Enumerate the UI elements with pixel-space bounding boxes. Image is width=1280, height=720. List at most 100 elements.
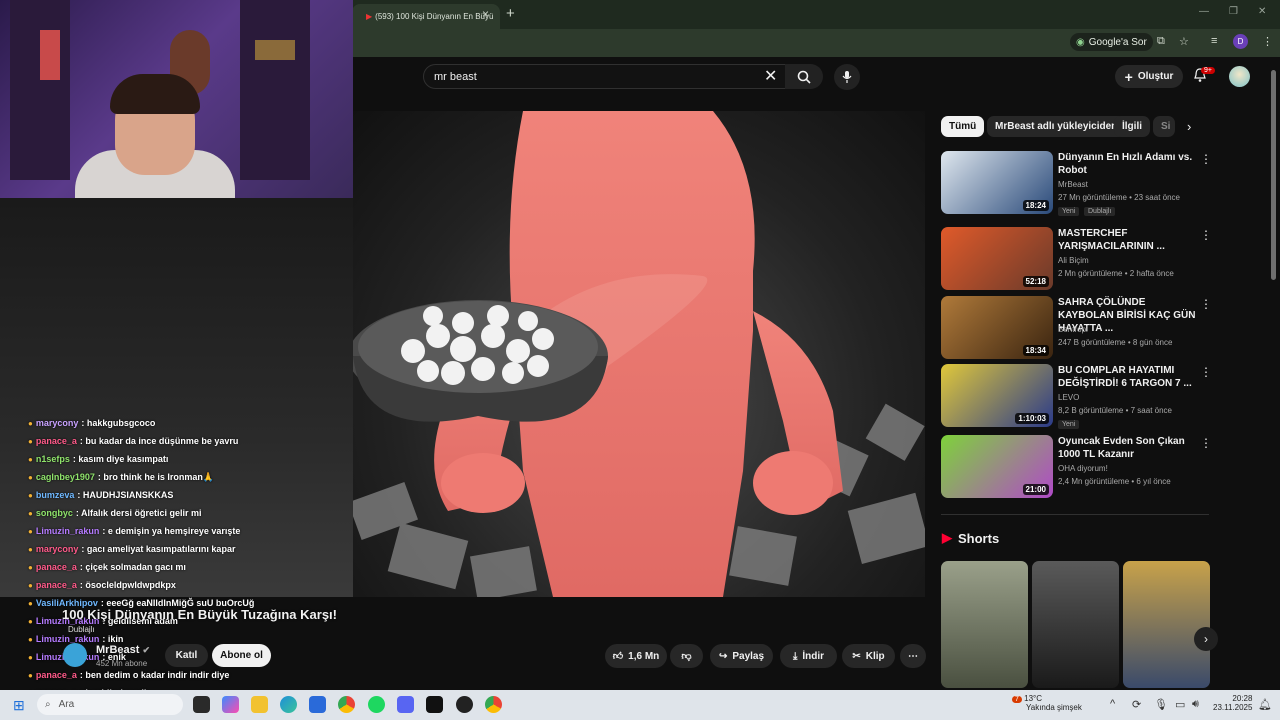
page-scrollbar[interactable]: [1271, 70, 1276, 280]
voice-search-button[interactable]: [834, 64, 860, 90]
search-input[interactable]: mr beast: [423, 64, 786, 89]
windows-start-icon[interactable]: ⊞: [13, 697, 25, 714]
recommendation-thumbnail[interactable]: 1:10:03: [941, 364, 1053, 427]
task-view-icon[interactable]: [193, 696, 210, 713]
recommendation-menu-icon[interactable]: ⋮: [1200, 436, 1212, 450]
dislike-button[interactable]: 👎︎: [670, 644, 703, 668]
channel-avatar[interactable]: [63, 643, 87, 667]
ask-google-button[interactable]: ◉ Google'a Sor: [1070, 33, 1153, 51]
minimize-button[interactable]: —: [1199, 6, 1209, 17]
chat-username[interactable]: marycony: [36, 418, 79, 428]
create-button[interactable]: + Oluştur: [1115, 65, 1183, 88]
tab-close-icon[interactable]: ×: [482, 7, 489, 21]
chat-username[interactable]: n1sefps: [36, 454, 70, 464]
chat-username[interactable]: caglnbey1907: [36, 472, 95, 482]
cast-icon[interactable]: ⧉: [1157, 35, 1165, 48]
video-player[interactable]: [353, 111, 925, 597]
restore-button[interactable]: ❐: [1229, 6, 1238, 17]
chip-all[interactable]: Tümü: [941, 116, 985, 137]
chip-from-mrbeast[interactable]: MrBeast adlı yükleyiciden: [987, 116, 1126, 137]
like-button[interactable]: 👍︎ 1,6 Mn: [605, 644, 667, 668]
search-button[interactable]: [785, 64, 823, 89]
short-thumbnail[interactable]: [941, 561, 1028, 688]
recommendation-channel[interactable]: OHA diyorum!: [1058, 464, 1108, 473]
chips-next-icon[interactable]: ›: [1187, 119, 1191, 134]
chat-username[interactable]: Limuzin_rakun: [36, 526, 100, 536]
recommendation-menu-icon[interactable]: ⋮: [1200, 152, 1212, 166]
download-button[interactable]: ⤓ İndir: [780, 644, 837, 668]
recommendation-thumbnail[interactable]: 18:24: [941, 151, 1053, 214]
more-actions-button[interactable]: ⋯: [900, 644, 926, 668]
file-explorer-icon[interactable]: [251, 696, 268, 713]
epic-games-icon[interactable]: [426, 696, 443, 713]
chat-username[interactable]: panace_a: [36, 562, 77, 572]
browser-tab-active[interactable]: ▶ (593) 100 Kişi Dünyanın En Büyü: [352, 4, 500, 29]
recommendation-title[interactable]: BU COMPLAR HAYATIMI DEĞİŞTİRDİ! 6 TARGON…: [1058, 364, 1196, 390]
video-duration: 18:34: [1022, 345, 1049, 356]
share-button[interactable]: ↪ Paylaş: [710, 644, 773, 668]
channel-name[interactable]: MrBeast ✔: [96, 644, 150, 656]
short-thumbnail[interactable]: [1032, 561, 1119, 688]
subscribe-button[interactable]: Abone ol: [212, 644, 271, 667]
new-tab-button[interactable]: +: [506, 5, 515, 22]
streamer-hair: [110, 74, 200, 114]
close-window-button[interactable]: ✕: [1258, 6, 1266, 17]
join-button[interactable]: Katıl: [165, 644, 208, 667]
taskbar-search[interactable]: ⌕ Ara: [37, 694, 183, 715]
recommendation-channel[interactable]: Bentropi: [1058, 325, 1088, 334]
recommendation-channel[interactable]: MrBeast: [1058, 180, 1088, 189]
reading-list-icon[interactable]: ≡: [1211, 35, 1217, 47]
recommendation-menu-icon[interactable]: ⋮: [1200, 297, 1212, 311]
chrome-profile-icon[interactable]: [485, 696, 502, 713]
profile-avatar[interactable]: D: [1233, 34, 1248, 49]
recommendation-thumbnail[interactable]: 18:34: [941, 296, 1053, 359]
chat-username[interactable]: panace_a: [36, 436, 77, 446]
spotify-icon[interactable]: [368, 696, 385, 713]
copilot-icon[interactable]: [222, 696, 239, 713]
obs-icon[interactable]: [456, 696, 473, 713]
chat-username[interactable]: songbyc: [36, 508, 73, 518]
scissors-icon: ✂: [852, 650, 861, 662]
chat-badge-icon: ●: [28, 454, 33, 464]
clip-label: Klip: [865, 650, 885, 662]
chat-text: : e demişin ya hemşireye varışte: [102, 526, 241, 536]
user-avatar[interactable]: [1229, 66, 1250, 87]
chat-username[interactable]: Limuzin_rakun: [36, 634, 100, 644]
recommendation-title[interactable]: Dünyanın En Hızlı Adamı vs. Robot: [1058, 151, 1196, 177]
store-icon[interactable]: [309, 696, 326, 713]
discord-icon[interactable]: [397, 696, 414, 713]
short-thumbnail[interactable]: [1123, 561, 1210, 688]
weather-widget[interactable]: 7 13°C Yakında şimşek: [1012, 694, 1082, 712]
recommendation-title[interactable]: Oyuncak Evden Son Çıkan 1000 TL Kazanır: [1058, 435, 1196, 461]
edge-icon[interactable]: [280, 696, 297, 713]
chip-partial[interactable]: Si: [1153, 116, 1175, 137]
chat-text: : gacı ameliyat kasımpatılarını kapar: [81, 544, 236, 554]
chrome-icon[interactable]: [338, 696, 355, 713]
recommendation-title[interactable]: MASTERCHEF YARIŞMACILARININ ...: [1058, 227, 1196, 253]
recommendation-menu-icon[interactable]: ⋮: [1200, 228, 1212, 242]
chat-badge-icon: ●: [28, 526, 33, 536]
tray-network-icon[interactable]: ▭: [1175, 698, 1185, 711]
browser-menu-icon[interactable]: ⋮: [1262, 35, 1273, 48]
tray-mic-icon[interactable]: 🎙︎: [1154, 698, 1168, 711]
tray-volume-icon[interactable]: 🔊︎: [1192, 698, 1199, 711]
recommendation-thumbnail[interactable]: 52:18: [941, 227, 1053, 290]
tray-sync-icon[interactable]: ⟳: [1132, 698, 1141, 711]
tray-overflow-icon[interactable]: ^: [1110, 698, 1115, 710]
recommendation-channel[interactable]: LEVO: [1058, 393, 1079, 402]
bookmark-star-icon[interactable]: ☆: [1179, 35, 1189, 48]
shorts-next-button[interactable]: ›: [1194, 627, 1218, 651]
chat-username[interactable]: bumzeva: [36, 490, 75, 500]
recommendation-menu-icon[interactable]: ⋮: [1200, 365, 1212, 379]
clip-button[interactable]: ✂ Klip: [842, 644, 895, 668]
chat-username[interactable]: marycony: [36, 544, 79, 554]
chat-badge-icon: ●: [28, 472, 33, 482]
chat-username[interactable]: panace_a: [36, 670, 77, 680]
notification-center-icon[interactable]: 🔔︎: [1258, 698, 1272, 711]
chat-username[interactable]: panace_a: [36, 580, 77, 590]
recommendation-channel[interactable]: Ali Biçim: [1058, 256, 1089, 265]
clear-search-icon[interactable]: ✕: [764, 66, 777, 86]
chip-related[interactable]: İlgili: [1114, 116, 1150, 137]
system-clock[interactable]: 20:28 23.11.2025: [1213, 694, 1252, 712]
recommendation-thumbnail[interactable]: 21:00: [941, 435, 1053, 498]
